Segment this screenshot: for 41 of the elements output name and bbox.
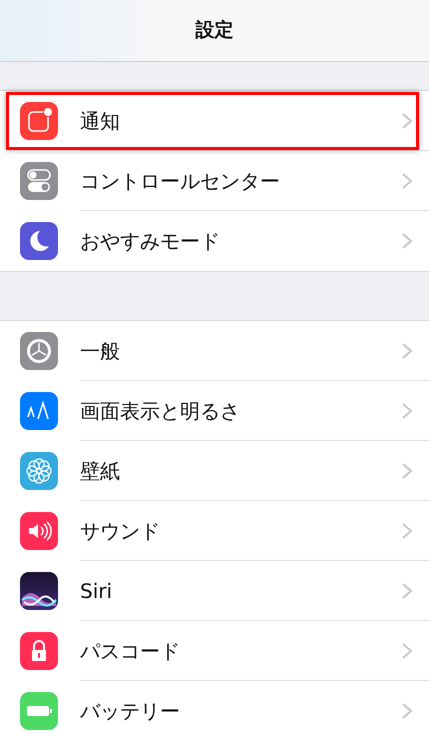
moon-icon [20,222,58,260]
settings-row[interactable]: コントロールセンター [0,151,429,211]
row-label: 一般 [80,338,121,364]
row-label: パスコード [80,638,181,664]
battery-icon [20,692,58,730]
chevron-icon [401,462,413,480]
flower-icon [20,452,58,490]
row-label: サウンド [80,518,161,544]
settings-row[interactable]: 画面表示と明るさ [0,381,429,441]
notification-icon [20,102,58,140]
row-label: コントロールセンター [80,168,281,194]
speaker-icon [20,512,58,550]
chevron-icon [401,522,413,540]
chevron-icon [401,402,413,420]
row-label: 画面表示と明るさ [80,398,241,424]
row-label: Siri [80,578,114,604]
settings-row[interactable]: Siri [0,561,429,621]
settings-row[interactable]: 壁紙 [0,441,429,501]
chevron-icon [401,232,413,250]
wave-icon [20,572,58,610]
settings-row[interactable]: おやすみモード [0,211,429,271]
settings-row[interactable]: パスコード [0,621,429,681]
row-label: 壁紙 [80,458,121,484]
settings-row[interactable]: 通知 [0,91,429,151]
chevron-icon [401,642,413,660]
chevron-icon [401,582,413,600]
settings-row[interactable]: サウンド [0,501,429,561]
settings-icon [20,332,58,370]
chevron-icon [401,702,413,720]
row-label: バッテリー [80,698,181,725]
switches-icon [20,162,58,200]
text-size-icon [20,392,58,430]
settings-row[interactable]: 一般 [0,321,429,381]
settings-row[interactable]: バッテリー [0,681,429,738]
chevron-icon [401,112,413,130]
row-label: 通知 [80,108,121,134]
screen-title: 設定 [196,18,234,44]
chevron-icon [401,342,413,360]
row-label: おやすみモード [80,228,221,255]
chevron-icon [401,172,413,190]
lock-icon [20,632,58,670]
